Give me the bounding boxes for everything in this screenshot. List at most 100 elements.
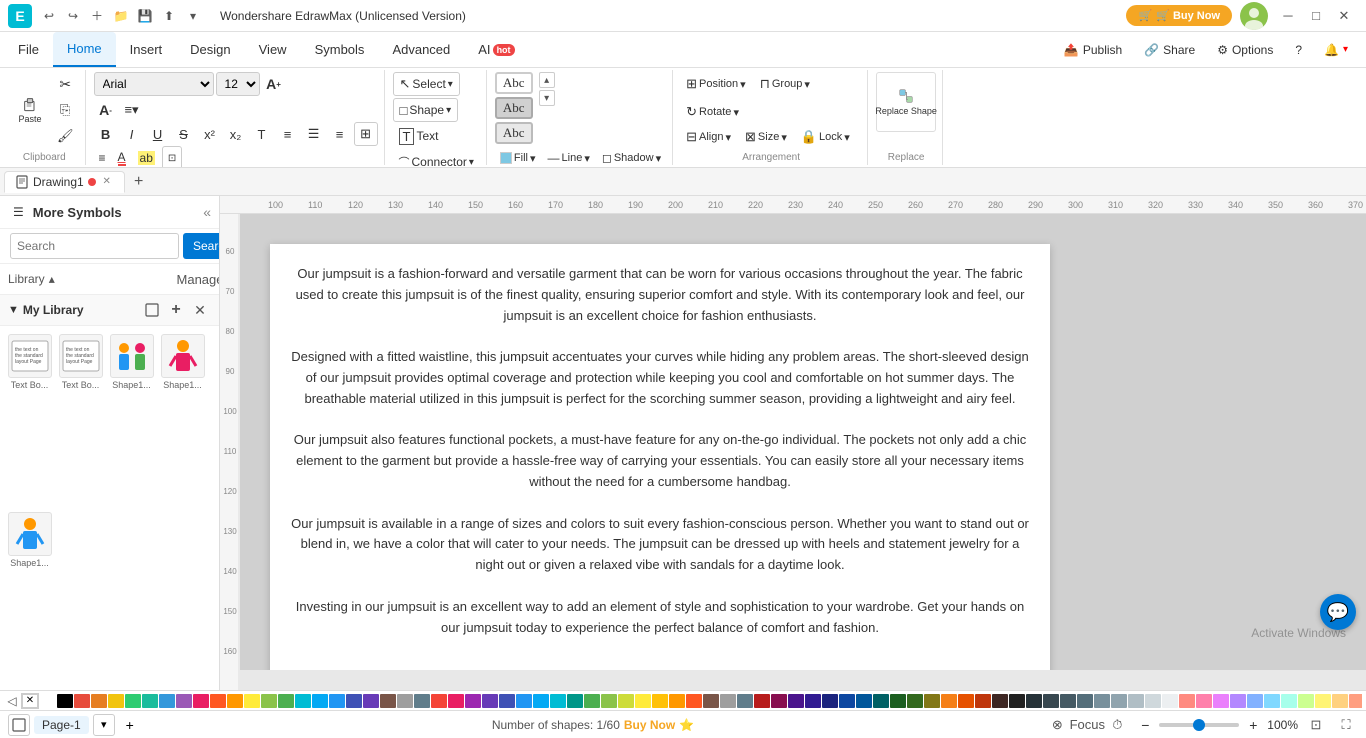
color-swatch[interactable] xyxy=(40,694,56,708)
menu-ai[interactable]: AI hot xyxy=(464,32,528,67)
text-button[interactable]: T Text xyxy=(393,124,445,148)
color-swatch[interactable] xyxy=(907,694,923,708)
color-swatch[interactable] xyxy=(720,694,736,708)
my-library-add-button[interactable]: + xyxy=(165,299,187,321)
zoom-out-button[interactable]: − xyxy=(1135,715,1155,735)
buy-now-button[interactable]: 🛒 🛒 Buy Now xyxy=(1126,5,1232,26)
line-button[interactable]: — Line▾ xyxy=(543,146,595,168)
current-page-tab[interactable]: Page-1 xyxy=(34,716,89,734)
panel-menu-icon[interactable]: ☰ xyxy=(8,200,29,224)
add-page-button[interactable]: + xyxy=(119,714,141,736)
bold-button[interactable]: B xyxy=(94,122,118,146)
color-swatch[interactable] xyxy=(176,694,192,708)
close-button[interactable]: ✕ xyxy=(1330,4,1358,28)
menu-home[interactable]: Home xyxy=(53,32,116,67)
copy-button[interactable]: ⎘ xyxy=(52,98,79,122)
search-input[interactable] xyxy=(10,233,179,259)
color-swatch[interactable] xyxy=(924,694,940,708)
color-swatch[interactable] xyxy=(1043,694,1059,708)
font-expand-button[interactable]: ⊡ xyxy=(162,146,182,168)
color-swatch[interactable] xyxy=(1077,694,1093,708)
tab-drawing1[interactable]: Drawing1 ✕ xyxy=(4,171,125,193)
qa-redo[interactable]: ↪ xyxy=(62,5,84,27)
text-align-button[interactable]: ≡ xyxy=(328,122,352,146)
fill-button[interactable]: Fill▾ xyxy=(495,146,541,168)
rotate-button[interactable]: ↻ Rotate▾ xyxy=(681,100,744,124)
color-swatch[interactable] xyxy=(839,694,855,708)
superscript-button[interactable]: x² xyxy=(198,122,222,146)
styles-scroll-up[interactable]: ▴ xyxy=(539,72,555,88)
color-swatch[interactable] xyxy=(363,694,379,708)
maximize-button[interactable]: □ xyxy=(1302,4,1330,28)
color-swatch[interactable] xyxy=(159,694,175,708)
publish-button[interactable]: 📤 Publish xyxy=(1054,39,1132,61)
color-swatch[interactable] xyxy=(1213,694,1229,708)
paragraph-spacing-button[interactable]: ≡ xyxy=(94,146,111,168)
color-swatch[interactable] xyxy=(1094,694,1110,708)
color-swatch[interactable] xyxy=(227,694,243,708)
color-swatch[interactable] xyxy=(822,694,838,708)
strikethrough-button[interactable]: S xyxy=(172,122,196,146)
color-swatch[interactable] xyxy=(584,694,600,708)
menu-view[interactable]: View xyxy=(245,32,301,67)
my-library-edit-button[interactable] xyxy=(141,299,163,321)
color-swatch[interactable] xyxy=(142,694,158,708)
color-swatch[interactable] xyxy=(499,694,515,708)
color-swatch[interactable] xyxy=(465,694,481,708)
lock-button[interactable]: 🔒 Lock▾ xyxy=(796,125,855,149)
color-swatch[interactable] xyxy=(788,694,804,708)
minimize-button[interactable]: ─ xyxy=(1274,4,1302,28)
color-swatch[interactable] xyxy=(1196,694,1212,708)
color-swatch[interactable] xyxy=(1162,694,1178,708)
list-item[interactable]: Shape1... xyxy=(6,510,53,684)
color-swatch[interactable] xyxy=(1230,694,1246,708)
options-button[interactable]: ⚙ Options xyxy=(1207,39,1283,61)
style-abc-2[interactable]: Abc xyxy=(495,97,533,119)
menu-symbols[interactable]: Symbols xyxy=(301,32,379,67)
color-swatch[interactable] xyxy=(890,694,906,708)
color-swatch[interactable] xyxy=(57,694,73,708)
color-swatch[interactable] xyxy=(1145,694,1161,708)
qa-export[interactable]: ⬆ xyxy=(158,5,180,27)
color-swatch[interactable] xyxy=(244,694,260,708)
share-button[interactable]: 🔗 Share xyxy=(1134,39,1205,61)
cut-button[interactable]: ✂ xyxy=(52,72,79,96)
page-settings[interactable]: ▾ xyxy=(93,714,115,736)
color-swatch[interactable] xyxy=(550,694,566,708)
my-library-expand[interactable]: ▼ xyxy=(8,304,19,316)
select-button[interactable]: ↖ Select ▾ xyxy=(393,72,460,96)
color-swatch[interactable] xyxy=(193,694,209,708)
style-abc-3[interactable]: Abc xyxy=(495,122,533,144)
color-swatch[interactable] xyxy=(210,694,226,708)
menu-design[interactable]: Design xyxy=(176,32,244,67)
color-swatch[interactable] xyxy=(1332,694,1348,708)
color-swatch[interactable] xyxy=(261,694,277,708)
color-swatch[interactable] xyxy=(516,694,532,708)
color-swatch[interactable] xyxy=(1026,694,1042,708)
shadow-button[interactable]: ◻ Shadow▾ xyxy=(597,146,666,168)
bullet-list-button[interactable]: ☰ xyxy=(302,122,326,146)
zoom-slider[interactable] xyxy=(1159,723,1239,727)
layers-button[interactable]: ⊗ xyxy=(1045,713,1069,737)
shape-button[interactable]: □ Shape ▾ xyxy=(393,98,459,122)
color-swatch[interactable] xyxy=(686,694,702,708)
color-swatch[interactable] xyxy=(295,694,311,708)
qa-new[interactable]: ＋ xyxy=(86,5,108,27)
subscript-button[interactable]: x₂ xyxy=(224,122,248,146)
color-swatch[interactable] xyxy=(1111,694,1127,708)
italic-button[interactable]: I xyxy=(120,122,144,146)
font-size-select[interactable]: 121416 xyxy=(216,72,260,96)
color-swatch[interactable] xyxy=(482,694,498,708)
manage-button[interactable]: Manage xyxy=(189,268,211,290)
color-swatch[interactable] xyxy=(1009,694,1025,708)
chat-bot-button[interactable]: 💬 xyxy=(1320,594,1356,630)
format-painter-button[interactable]: 🖌 xyxy=(52,124,79,148)
drawing-canvas[interactable]: Our jumpsuit is a fashion-forward and ve… xyxy=(270,244,1050,670)
color-swatch[interactable] xyxy=(1298,694,1314,708)
color-swatch[interactable] xyxy=(1247,694,1263,708)
color-swatch[interactable] xyxy=(703,694,719,708)
underline-button[interactable]: U xyxy=(146,122,170,146)
palette-arrow-icon[interactable]: ◁ xyxy=(4,693,20,709)
fit-page-button[interactable]: ⊡ xyxy=(1304,713,1328,737)
color-swatch[interactable] xyxy=(533,694,549,708)
